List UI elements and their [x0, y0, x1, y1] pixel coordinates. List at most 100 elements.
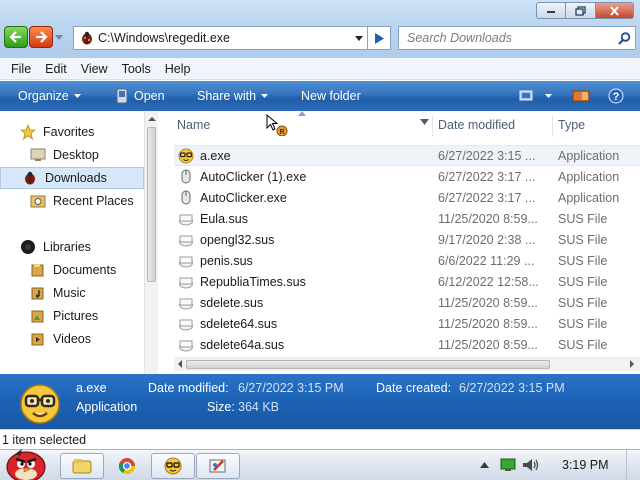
column-divider[interactable] — [552, 115, 553, 137]
minimize-button[interactable] — [536, 2, 566, 19]
window-controls — [536, 2, 634, 19]
taskbar-app-chrome[interactable] — [105, 453, 149, 479]
music-icon — [30, 285, 46, 301]
nav-scrollbar[interactable] — [144, 111, 158, 374]
file-name: sdelete.sus — [200, 295, 264, 310]
table-row[interactable]: a.exe 6/27/2022 3:15 ... Application — [174, 145, 640, 166]
help-button[interactable]: ? — [608, 88, 624, 104]
horizontal-scroll-thumb[interactable] — [186, 360, 550, 369]
table-row[interactable]: RepubliaTimes.sus 6/12/2022 12:58... SUS… — [174, 271, 640, 292]
network-icon[interactable] — [500, 458, 516, 472]
volume-icon[interactable] — [522, 458, 540, 472]
recent-pages-dropdown[interactable] — [53, 26, 65, 48]
taskbar-app-explorer[interactable] — [60, 453, 104, 479]
column-header-date[interactable]: Date modified — [438, 118, 515, 132]
file-type: SUS File — [558, 337, 608, 352]
file-name: Eula.sus — [200, 211, 248, 226]
nav-music[interactable]: Music — [30, 282, 86, 304]
menu-view[interactable]: View — [74, 62, 115, 76]
share-label: Share with — [197, 89, 257, 103]
file-type: Application — [558, 148, 620, 163]
open-button[interactable]: Open — [116, 88, 165, 104]
column-divider[interactable] — [432, 115, 433, 137]
nav-libraries-label: Libraries — [43, 240, 91, 254]
detail-file-name: a.exe — [76, 381, 107, 395]
file-date: 11/25/2020 8:59... — [438, 211, 538, 226]
show-hidden-icons-icon[interactable] — [480, 462, 489, 468]
file-name: sdelete64a.sus — [200, 337, 285, 352]
new-folder-button[interactable]: New folder — [301, 89, 361, 103]
address-bar[interactable]: C:\Windows\regedit.exe — [73, 26, 391, 50]
generic-file-icon — [178, 316, 194, 332]
status-bar: 1 item selected — [0, 429, 640, 449]
menu-file[interactable]: File — [4, 62, 38, 76]
nav-documents[interactable]: Documents — [30, 259, 116, 281]
search-box[interactable] — [398, 26, 636, 50]
nav-libraries[interactable]: Libraries — [20, 236, 91, 258]
scroll-right-arrow-icon[interactable] — [628, 359, 636, 369]
chevron-down-icon — [261, 94, 269, 98]
menu-help[interactable]: Help — [158, 62, 198, 76]
table-row[interactable]: opengl32.sus 9/17/2020 2:38 ... SUS File — [174, 229, 640, 250]
taskbar-app-paint[interactable] — [196, 453, 240, 479]
chevron-down-icon — [545, 94, 552, 98]
nav-downloads[interactable]: Downloads — [0, 167, 144, 189]
detail-file-type: Application — [76, 400, 138, 414]
chevron-down-icon — [355, 35, 363, 41]
taskbar-clock[interactable]: 3:19 PM — [562, 458, 609, 472]
table-row[interactable]: AutoClicker.exe 6/27/2022 3:17 ... Appli… — [174, 187, 640, 208]
menu-tools[interactable]: Tools — [115, 62, 158, 76]
share-with-button[interactable]: Share with — [197, 89, 269, 103]
nav-videos[interactable]: Videos — [30, 328, 91, 350]
angry-bird-start-icon[interactable] — [0, 446, 52, 480]
file-type: SUS File — [558, 295, 608, 310]
back-button[interactable] — [4, 26, 28, 48]
nav-pictures[interactable]: Pictures — [30, 305, 98, 327]
nav-recent-places-label: Recent Places — [53, 194, 134, 208]
nav-scroll-thumb[interactable] — [147, 127, 156, 282]
show-desktop-button[interactable] — [626, 450, 640, 480]
table-row[interactable]: sdelete64.sus 11/25/2020 8:59... SUS Fil… — [174, 313, 640, 334]
horizontal-scrollbar[interactable] — [174, 357, 640, 371]
column-header-name[interactable]: Name — [177, 118, 210, 132]
nav-recent-places[interactable]: Recent Places — [30, 190, 134, 212]
forward-button[interactable] — [29, 26, 53, 48]
restore-button[interactable] — [566, 2, 596, 19]
detail-modified-label: Date modified: — [148, 381, 229, 395]
restore-icon — [575, 5, 586, 16]
column-header-type[interactable]: Type — [558, 118, 585, 132]
table-row[interactable]: sdelete.sus 11/25/2020 8:59... SUS File — [174, 292, 640, 313]
nav-desktop[interactable]: Desktop — [30, 144, 99, 166]
address-dropdown[interactable] — [350, 27, 368, 49]
nav-documents-label: Documents — [53, 263, 117, 277]
table-row[interactable]: penis.sus 6/6/2022 11:29 ... SUS File — [174, 250, 640, 271]
menu-edit[interactable]: Edit — [38, 62, 74, 76]
nerd-face-icon — [20, 384, 60, 424]
downloads-icon — [22, 170, 38, 186]
search-icon[interactable] — [613, 31, 635, 45]
preview-pane-button[interactable] — [572, 90, 590, 102]
search-input[interactable] — [399, 31, 613, 45]
organize-button[interactable]: Organize — [18, 89, 81, 103]
taskbar-app-a-exe[interactable] — [151, 453, 195, 479]
close-button[interactable] — [596, 2, 634, 19]
file-date: 11/25/2020 8:59... — [438, 337, 538, 352]
address-path[interactable]: C:\Windows\regedit.exe — [96, 31, 350, 45]
nerd-face-icon — [178, 148, 194, 164]
new-folder-label: New folder — [301, 89, 361, 103]
scroll-left-arrow-icon[interactable] — [176, 359, 184, 369]
nav-favorites[interactable]: Favorites — [20, 121, 94, 143]
file-name: AutoClicker.exe — [200, 190, 287, 205]
file-name: AutoClicker (1).exe — [200, 169, 307, 184]
table-row[interactable]: AutoClicker (1).exe 6/27/2022 3:17 ... A… — [174, 166, 640, 187]
file-name: penis.sus — [200, 253, 253, 268]
table-row[interactable]: sdelete64a.sus 11/25/2020 8:59... SUS Fi… — [174, 334, 640, 355]
nerd-face-icon — [164, 457, 182, 475]
change-view-button[interactable] — [519, 90, 552, 102]
status-text: 1 item selected — [2, 432, 87, 447]
table-row[interactable]: Eula.sus 11/25/2020 8:59... SUS File — [174, 208, 640, 229]
generic-file-icon — [178, 295, 194, 311]
mouse-icon — [178, 190, 194, 206]
go-button[interactable] — [367, 26, 391, 50]
chevron-down-icon[interactable] — [420, 119, 429, 125]
